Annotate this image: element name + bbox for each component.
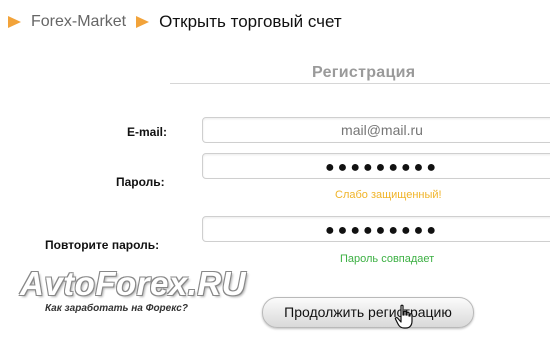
watermark-logo: AvtoForex.RU <box>20 265 247 302</box>
breadcrumb-current-page: Открыть торговый счет <box>159 12 342 31</box>
hand-pointer-icon <box>394 304 413 329</box>
password-field[interactable]: ●●●●●●●●● <box>202 153 550 179</box>
password-label: Пароль: <box>116 175 165 189</box>
continue-registration-button[interactable]: Продолжить регистрацию <box>262 297 474 328</box>
password-strength-hint: Слабо защищенный! <box>335 189 442 201</box>
arrow-right-icon <box>136 16 150 28</box>
title-divider <box>170 83 550 84</box>
form-title: Регистрация <box>312 64 416 81</box>
arrow-right-icon <box>8 16 21 28</box>
email-label: E-mail: <box>127 125 168 139</box>
password-value: ●●●●●●●●● <box>325 159 439 176</box>
password-repeat-label: Повторите пароль: <box>45 238 160 252</box>
breadcrumb: Forex-Market Открыть торговый счет <box>8 10 342 34</box>
password-match-hint: Пароль совпадает <box>340 253 435 265</box>
watermark-tagline: Как заработать на Форекс? <box>45 303 188 314</box>
password-repeat-value: ●●●●●●●●● <box>325 222 439 239</box>
email-field[interactable] <box>202 117 550 143</box>
breadcrumb-link-forex-market[interactable]: Forex-Market <box>31 13 126 31</box>
password-repeat-field[interactable]: ●●●●●●●●● <box>202 216 550 242</box>
